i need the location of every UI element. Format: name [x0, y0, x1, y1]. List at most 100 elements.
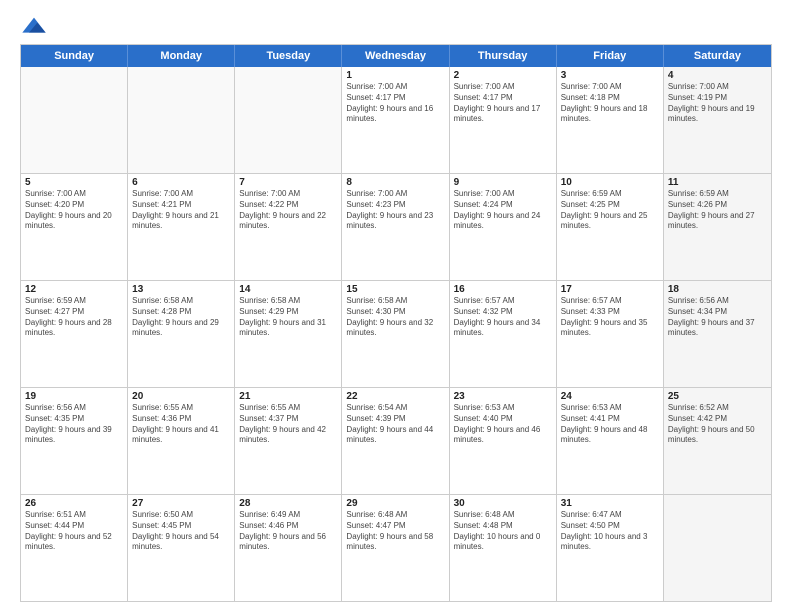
- calendar-cell: 18Sunrise: 6:56 AM Sunset: 4:34 PM Dayli…: [664, 281, 771, 387]
- calendar-cell: 6Sunrise: 7:00 AM Sunset: 4:21 PM Daylig…: [128, 174, 235, 280]
- weekday-header-saturday: Saturday: [664, 45, 771, 67]
- calendar-cell: 27Sunrise: 6:50 AM Sunset: 4:45 PM Dayli…: [128, 495, 235, 601]
- calendar-cell: 13Sunrise: 6:58 AM Sunset: 4:28 PM Dayli…: [128, 281, 235, 387]
- weekday-header-monday: Monday: [128, 45, 235, 67]
- calendar-cell: 5Sunrise: 7:00 AM Sunset: 4:20 PM Daylig…: [21, 174, 128, 280]
- cell-info-text: Sunrise: 6:55 AM Sunset: 4:37 PM Dayligh…: [239, 403, 337, 446]
- cell-date-number: 22: [346, 391, 444, 402]
- cell-date-number: 6: [132, 177, 230, 188]
- calendar-cell: 29Sunrise: 6:48 AM Sunset: 4:47 PM Dayli…: [342, 495, 449, 601]
- weekday-header-thursday: Thursday: [450, 45, 557, 67]
- weekday-header-tuesday: Tuesday: [235, 45, 342, 67]
- calendar-cell: 22Sunrise: 6:54 AM Sunset: 4:39 PM Dayli…: [342, 388, 449, 494]
- cell-date-number: 16: [454, 284, 552, 295]
- calendar-header: SundayMondayTuesdayWednesdayThursdayFrid…: [21, 45, 771, 67]
- cell-date-number: 26: [25, 498, 123, 509]
- cell-date-number: 2: [454, 70, 552, 81]
- calendar-cell: 19Sunrise: 6:56 AM Sunset: 4:35 PM Dayli…: [21, 388, 128, 494]
- calendar-cell: 30Sunrise: 6:48 AM Sunset: 4:48 PM Dayli…: [450, 495, 557, 601]
- calendar-cell: 10Sunrise: 6:59 AM Sunset: 4:25 PM Dayli…: [557, 174, 664, 280]
- cell-info-text: Sunrise: 7:00 AM Sunset: 4:19 PM Dayligh…: [668, 82, 767, 125]
- calendar-cell: 2Sunrise: 7:00 AM Sunset: 4:17 PM Daylig…: [450, 67, 557, 173]
- cell-date-number: 25: [668, 391, 767, 402]
- cell-date-number: 30: [454, 498, 552, 509]
- weekday-header-friday: Friday: [557, 45, 664, 67]
- cell-date-number: 10: [561, 177, 659, 188]
- calendar-cell: 8Sunrise: 7:00 AM Sunset: 4:23 PM Daylig…: [342, 174, 449, 280]
- cell-info-text: Sunrise: 7:00 AM Sunset: 4:17 PM Dayligh…: [346, 82, 444, 125]
- calendar-cell: 14Sunrise: 6:58 AM Sunset: 4:29 PM Dayli…: [235, 281, 342, 387]
- calendar-week-5: 26Sunrise: 6:51 AM Sunset: 4:44 PM Dayli…: [21, 495, 771, 601]
- calendar-cell: 1Sunrise: 7:00 AM Sunset: 4:17 PM Daylig…: [342, 67, 449, 173]
- calendar-cell: 12Sunrise: 6:59 AM Sunset: 4:27 PM Dayli…: [21, 281, 128, 387]
- cell-info-text: Sunrise: 6:55 AM Sunset: 4:36 PM Dayligh…: [132, 403, 230, 446]
- cell-info-text: Sunrise: 6:56 AM Sunset: 4:35 PM Dayligh…: [25, 403, 123, 446]
- cell-info-text: Sunrise: 7:00 AM Sunset: 4:21 PM Dayligh…: [132, 189, 230, 232]
- calendar-cell: [235, 67, 342, 173]
- cell-info-text: Sunrise: 6:53 AM Sunset: 4:41 PM Dayligh…: [561, 403, 659, 446]
- cell-date-number: 28: [239, 498, 337, 509]
- calendar-cell: 4Sunrise: 7:00 AM Sunset: 4:19 PM Daylig…: [664, 67, 771, 173]
- cell-info-text: Sunrise: 6:59 AM Sunset: 4:26 PM Dayligh…: [668, 189, 767, 232]
- cell-info-text: Sunrise: 7:00 AM Sunset: 4:20 PM Dayligh…: [25, 189, 123, 232]
- calendar-cell: 23Sunrise: 6:53 AM Sunset: 4:40 PM Dayli…: [450, 388, 557, 494]
- calendar-body: 1Sunrise: 7:00 AM Sunset: 4:17 PM Daylig…: [21, 67, 771, 601]
- cell-info-text: Sunrise: 7:00 AM Sunset: 4:22 PM Dayligh…: [239, 189, 337, 232]
- calendar-cell: 17Sunrise: 6:57 AM Sunset: 4:33 PM Dayli…: [557, 281, 664, 387]
- calendar-cell: 16Sunrise: 6:57 AM Sunset: 4:32 PM Dayli…: [450, 281, 557, 387]
- calendar-week-3: 12Sunrise: 6:59 AM Sunset: 4:27 PM Dayli…: [21, 281, 771, 388]
- logo-icon: [20, 16, 48, 36]
- cell-date-number: 31: [561, 498, 659, 509]
- cell-date-number: 9: [454, 177, 552, 188]
- cell-info-text: Sunrise: 7:00 AM Sunset: 4:24 PM Dayligh…: [454, 189, 552, 232]
- calendar-cell: 26Sunrise: 6:51 AM Sunset: 4:44 PM Dayli…: [21, 495, 128, 601]
- cell-date-number: 13: [132, 284, 230, 295]
- cell-info-text: Sunrise: 6:53 AM Sunset: 4:40 PM Dayligh…: [454, 403, 552, 446]
- cell-date-number: 5: [25, 177, 123, 188]
- cell-info-text: Sunrise: 6:49 AM Sunset: 4:46 PM Dayligh…: [239, 510, 337, 553]
- cell-info-text: Sunrise: 7:00 AM Sunset: 4:23 PM Dayligh…: [346, 189, 444, 232]
- cell-info-text: Sunrise: 6:50 AM Sunset: 4:45 PM Dayligh…: [132, 510, 230, 553]
- cell-date-number: 1: [346, 70, 444, 81]
- calendar-cell: 15Sunrise: 6:58 AM Sunset: 4:30 PM Dayli…: [342, 281, 449, 387]
- cell-info-text: Sunrise: 7:00 AM Sunset: 4:17 PM Dayligh…: [454, 82, 552, 125]
- cell-date-number: 19: [25, 391, 123, 402]
- cell-info-text: Sunrise: 6:48 AM Sunset: 4:48 PM Dayligh…: [454, 510, 552, 553]
- cell-date-number: 15: [346, 284, 444, 295]
- cell-date-number: 20: [132, 391, 230, 402]
- calendar: SundayMondayTuesdayWednesdayThursdayFrid…: [20, 44, 772, 602]
- cell-date-number: 11: [668, 177, 767, 188]
- cell-info-text: Sunrise: 6:47 AM Sunset: 4:50 PM Dayligh…: [561, 510, 659, 553]
- cell-date-number: 24: [561, 391, 659, 402]
- calendar-cell: 31Sunrise: 6:47 AM Sunset: 4:50 PM Dayli…: [557, 495, 664, 601]
- calendar-week-1: 1Sunrise: 7:00 AM Sunset: 4:17 PM Daylig…: [21, 67, 771, 174]
- calendar-week-4: 19Sunrise: 6:56 AM Sunset: 4:35 PM Dayli…: [21, 388, 771, 495]
- calendar-cell: 20Sunrise: 6:55 AM Sunset: 4:36 PM Dayli…: [128, 388, 235, 494]
- cell-info-text: Sunrise: 6:58 AM Sunset: 4:29 PM Dayligh…: [239, 296, 337, 339]
- calendar-cell: 25Sunrise: 6:52 AM Sunset: 4:42 PM Dayli…: [664, 388, 771, 494]
- cell-date-number: 12: [25, 284, 123, 295]
- cell-info-text: Sunrise: 6:56 AM Sunset: 4:34 PM Dayligh…: [668, 296, 767, 339]
- calendar-cell: [664, 495, 771, 601]
- calendar-cell: 24Sunrise: 6:53 AM Sunset: 4:41 PM Dayli…: [557, 388, 664, 494]
- cell-info-text: Sunrise: 6:57 AM Sunset: 4:33 PM Dayligh…: [561, 296, 659, 339]
- page-header: [20, 16, 772, 36]
- cell-info-text: Sunrise: 6:58 AM Sunset: 4:28 PM Dayligh…: [132, 296, 230, 339]
- calendar-cell: 11Sunrise: 6:59 AM Sunset: 4:26 PM Dayli…: [664, 174, 771, 280]
- cell-date-number: 23: [454, 391, 552, 402]
- calendar-cell: 28Sunrise: 6:49 AM Sunset: 4:46 PM Dayli…: [235, 495, 342, 601]
- calendar-cell: [128, 67, 235, 173]
- cell-info-text: Sunrise: 6:59 AM Sunset: 4:25 PM Dayligh…: [561, 189, 659, 232]
- cell-info-text: Sunrise: 6:59 AM Sunset: 4:27 PM Dayligh…: [25, 296, 123, 339]
- cell-info-text: Sunrise: 6:52 AM Sunset: 4:42 PM Dayligh…: [668, 403, 767, 446]
- cell-date-number: 3: [561, 70, 659, 81]
- cell-info-text: Sunrise: 6:57 AM Sunset: 4:32 PM Dayligh…: [454, 296, 552, 339]
- calendar-cell: 9Sunrise: 7:00 AM Sunset: 4:24 PM Daylig…: [450, 174, 557, 280]
- cell-info-text: Sunrise: 6:54 AM Sunset: 4:39 PM Dayligh…: [346, 403, 444, 446]
- weekday-header-wednesday: Wednesday: [342, 45, 449, 67]
- calendar-week-2: 5Sunrise: 7:00 AM Sunset: 4:20 PM Daylig…: [21, 174, 771, 281]
- weekday-header-sunday: Sunday: [21, 45, 128, 67]
- calendar-cell: 7Sunrise: 7:00 AM Sunset: 4:22 PM Daylig…: [235, 174, 342, 280]
- cell-date-number: 4: [668, 70, 767, 81]
- cell-info-text: Sunrise: 6:58 AM Sunset: 4:30 PM Dayligh…: [346, 296, 444, 339]
